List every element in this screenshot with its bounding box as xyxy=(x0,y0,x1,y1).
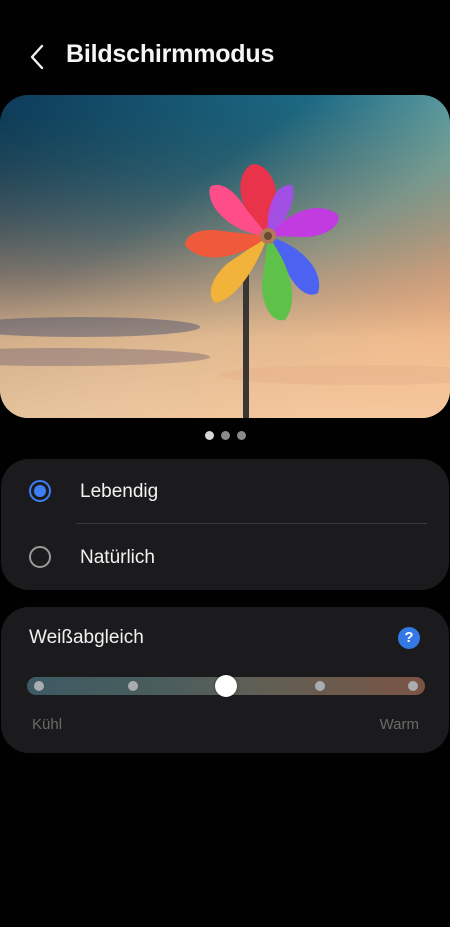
pinwheel-sky-photo xyxy=(0,95,450,418)
question-mark-icon[interactable]: ? xyxy=(398,627,420,649)
slider-step-mark xyxy=(314,681,325,691)
radio-selected-icon[interactable] xyxy=(29,480,51,502)
slider-thumb[interactable] xyxy=(215,675,237,697)
preview-page-indicator[interactable] xyxy=(0,431,450,441)
white-balance-card: Weißabgleich ? Kühl Warm xyxy=(1,607,449,753)
radio-unselected-icon[interactable] xyxy=(29,546,51,568)
page-dot xyxy=(220,431,230,440)
page-dot-active xyxy=(204,431,214,440)
white-balance-slider[interactable] xyxy=(27,675,425,697)
cool-label: Kühl xyxy=(32,716,63,733)
screen-mode-card: Lebendig Natürlich xyxy=(1,459,449,590)
option-label: Lebendig xyxy=(80,481,159,502)
slider-step-mark xyxy=(34,681,44,691)
slider-step-mark xyxy=(408,681,418,691)
divider xyxy=(76,523,427,524)
option-lebendig[interactable]: Lebendig xyxy=(1,459,449,524)
app-header: Bildschirmmodus xyxy=(0,0,450,110)
option-label: Natürlich xyxy=(80,547,155,568)
page-title: Bildschirmmodus xyxy=(66,40,275,68)
slider-step-mark xyxy=(127,681,138,691)
preview-image[interactable] xyxy=(0,95,450,418)
warm-label: Warm xyxy=(379,716,419,733)
option-natuerlich[interactable]: Natürlich xyxy=(1,525,449,590)
white-balance-title: Weißabgleich xyxy=(29,627,144,648)
back-button[interactable] xyxy=(20,38,54,76)
page-dot xyxy=(236,431,246,440)
chevron-left-icon xyxy=(30,44,44,70)
